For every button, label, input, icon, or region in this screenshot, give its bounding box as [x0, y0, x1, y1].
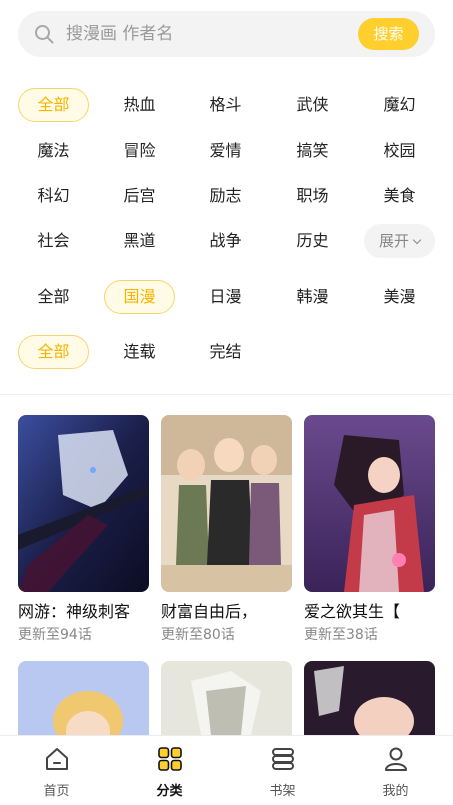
- expand-label: 展开: [378, 232, 409, 250]
- genre-chip[interactable]: 历史: [277, 224, 348, 258]
- search-icon: [35, 25, 54, 44]
- nav-category[interactable]: 分类: [113, 736, 226, 805]
- region-row: 全部 国漫 日漫 韩漫 美漫: [0, 280, 453, 314]
- chevron-down-icon: [412, 235, 422, 245]
- genre-chip[interactable]: 爱情: [190, 134, 261, 168]
- genre-chip[interactable]: 后宫: [104, 179, 175, 213]
- bookshelf-icon: [272, 748, 294, 770]
- comic-title: 网游：神级刺客: [18, 602, 131, 621]
- region-chip[interactable]: 韩漫: [277, 280, 348, 314]
- comic-update: 更新至38话: [304, 627, 378, 643]
- nav-profile[interactable]: 我的: [339, 736, 452, 805]
- category-grid-icon: [158, 747, 182, 771]
- bottom-nav: 首页 分类 书架 我的: [0, 735, 453, 805]
- comic-update: 更新至80话: [161, 627, 235, 643]
- genre-chip[interactable]: 黑道: [104, 224, 175, 258]
- cover-illustration: [161, 661, 292, 735]
- cover-illustration: [18, 415, 149, 592]
- genre-chip[interactable]: 格斗: [190, 88, 261, 122]
- genre-row-1: 全部 热血 格斗 武侠 魔幻: [0, 88, 453, 122]
- genre-chip[interactable]: 魔幻: [364, 88, 435, 122]
- genre-chip[interactable]: 热血: [104, 88, 175, 122]
- comic-update: 更新至94话: [18, 627, 92, 643]
- genre-chip[interactable]: 校园: [364, 134, 435, 168]
- genre-chip[interactable]: 励志: [190, 179, 261, 213]
- status-chip[interactable]: 连载: [104, 335, 175, 369]
- expand-genres-button[interactable]: 展开: [364, 224, 435, 258]
- genre-chip[interactable]: 冒险: [104, 134, 175, 168]
- cover-illustration: [304, 415, 435, 592]
- region-chip[interactable]: 日漫: [190, 280, 261, 314]
- comic-title: 财富自由后，: [161, 602, 258, 621]
- region-chip-all[interactable]: 全部: [18, 280, 89, 314]
- nav-label: 首页: [43, 784, 70, 799]
- section-divider: [0, 394, 453, 395]
- nav-label: 分类: [156, 784, 183, 799]
- genre-chip[interactable]: 社会: [18, 224, 89, 258]
- region-chip-guoman[interactable]: 国漫: [104, 280, 175, 314]
- genre-row-3: 科幻 后宫 励志 职场 美食: [0, 179, 453, 213]
- cover-illustration: [18, 661, 149, 751]
- genre-row-4: 社会 黑道 战争 历史 展开: [0, 224, 453, 258]
- nav-bookshelf[interactable]: 书架: [226, 736, 339, 805]
- genre-chip[interactable]: 职场: [277, 179, 348, 213]
- home-icon: [46, 748, 68, 770]
- region-chip[interactable]: 美漫: [364, 280, 435, 314]
- genre-chip-all[interactable]: 全部: [18, 88, 89, 122]
- cover-illustration: [304, 661, 435, 745]
- comic-cover[interactable]: [161, 415, 292, 592]
- comic-card[interactable]: 网游：神级刺客 更新至94话: [18, 415, 149, 644]
- nav-label: 书架: [269, 784, 296, 799]
- nav-home[interactable]: 首页: [0, 736, 113, 805]
- cover-illustration: [161, 415, 292, 592]
- comic-cover[interactable]: [304, 415, 435, 592]
- search-bar[interactable]: 搜漫画 作者名 搜索: [18, 11, 435, 57]
- status-row: 全部 连载 完结: [0, 335, 453, 369]
- genre-chip[interactable]: 魔法: [18, 134, 89, 168]
- comic-card[interactable]: 财富自由后， 更新至80话: [161, 415, 292, 644]
- genre-chip[interactable]: 科幻: [18, 179, 89, 213]
- genre-chip[interactable]: 搞笑: [277, 134, 348, 168]
- nav-label: 我的: [382, 784, 409, 799]
- genre-chip[interactable]: 武侠: [277, 88, 348, 122]
- genre-chip[interactable]: 战争: [190, 224, 261, 258]
- comic-cover[interactable]: [18, 415, 149, 592]
- search-button[interactable]: 搜索: [358, 18, 419, 50]
- status-chip-all[interactable]: 全部: [18, 335, 89, 369]
- genre-chip[interactable]: 美食: [364, 179, 435, 213]
- status-chip[interactable]: 完结: [190, 335, 261, 369]
- search-input[interactable]: 搜漫画 作者名: [66, 11, 346, 57]
- comic-card[interactable]: 爱之欲其生【 更新至38话: [304, 415, 435, 644]
- comic-title: 爱之欲其生【: [304, 602, 401, 621]
- genre-row-2: 魔法 冒险 爱情 搞笑 校园: [0, 134, 453, 168]
- user-icon: [385, 747, 407, 771]
